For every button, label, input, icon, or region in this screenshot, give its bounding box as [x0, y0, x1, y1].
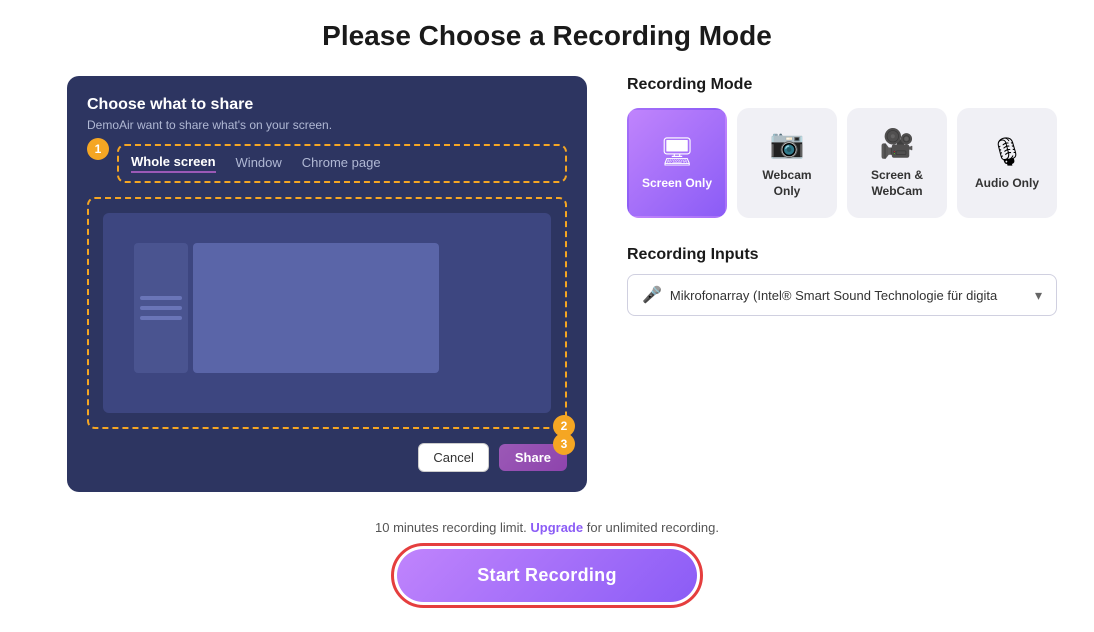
chevron-down-icon: ▾	[1035, 287, 1042, 304]
mockup-sidebar	[134, 243, 188, 373]
microphone-dropdown[interactable]: 🎤 Mikrofonarray (Intel® Smart Sound Tech…	[627, 274, 1057, 316]
dialog-subtitle: DemoAir want to share what's on your scr…	[87, 118, 567, 132]
tab-window[interactable]: Window	[236, 155, 282, 172]
mode-card-webcam-only[interactable]: 📷 Webcam Only	[737, 108, 837, 218]
recording-modes: 🖥 Screen Only 📷 Webcam Only 🎥 Screen & W…	[627, 108, 1057, 218]
webcam-only-label: Webcam Only	[749, 168, 825, 199]
screen-webcam-icon: 🎥	[880, 127, 915, 160]
mockup-window	[193, 243, 439, 373]
screen-dialog: Choose what to share DemoAir want to sha…	[67, 76, 587, 492]
webcam-only-icon: 📷	[770, 127, 805, 160]
dialog-header: Choose what to share DemoAir want to sha…	[87, 96, 567, 132]
audio-only-label: Audio Only	[975, 176, 1039, 192]
recording-mode-label: Recording Mode	[627, 76, 1057, 94]
dialog-title: Choose what to share	[87, 96, 567, 114]
tabs-area: Whole screen Window Chrome page	[117, 144, 567, 183]
step-badge-3: 3	[553, 433, 575, 455]
audio-only-icon: 🎙	[989, 135, 1025, 168]
mic-icon: 🎤	[642, 285, 662, 305]
tab-chrome-page[interactable]: Chrome page	[302, 155, 381, 172]
screen-only-label: Screen Only	[642, 176, 712, 192]
main-content: Choose what to share DemoAir want to sha…	[67, 76, 1027, 492]
limit-text-suffix: for unlimited recording.	[587, 520, 719, 535]
step-badge-1: 1	[87, 138, 109, 160]
right-panel: Recording Mode 🖥 Screen Only 📷 Webcam On…	[627, 76, 1057, 316]
recording-inputs-label: Recording Inputs	[627, 246, 1057, 264]
mode-card-audio-only[interactable]: 🎙 Audio Only	[957, 108, 1057, 218]
sidebar-line-2	[140, 306, 182, 310]
mode-card-screen-webcam[interactable]: 🎥 Screen & WebCam	[847, 108, 947, 218]
limit-text: 10 minutes recording limit. Upgrade for …	[375, 520, 719, 535]
screen-only-icon: 🖥	[659, 135, 695, 168]
screen-webcam-label: Screen & WebCam	[859, 168, 935, 199]
dialog-footer: Cancel Share 3	[87, 443, 567, 472]
upgrade-link[interactable]: Upgrade	[530, 520, 583, 535]
bottom-section: 10 minutes recording limit. Upgrade for …	[40, 520, 1054, 602]
start-recording-button[interactable]: Start Recording	[397, 549, 697, 602]
screen-mockup	[103, 213, 551, 413]
recording-inputs-section: Recording Inputs 🎤 Mikrofonarray (Intel®…	[627, 246, 1057, 316]
limit-text-prefix: 10 minutes recording limit.	[375, 520, 527, 535]
screen-preview-area: 2	[87, 197, 567, 429]
cancel-button[interactable]: Cancel	[418, 443, 488, 472]
sidebar-line-3	[140, 316, 182, 320]
mode-card-screen-only[interactable]: 🖥 Screen Only	[627, 108, 727, 218]
microphone-value: Mikrofonarray (Intel® Smart Sound Techno…	[670, 288, 997, 303]
tab-whole-screen[interactable]: Whole screen	[131, 154, 216, 173]
page-title: Please Choose a Recording Mode	[322, 20, 772, 52]
sidebar-line-1	[140, 296, 182, 300]
microphone-dropdown-left: 🎤 Mikrofonarray (Intel® Smart Sound Tech…	[642, 285, 997, 305]
